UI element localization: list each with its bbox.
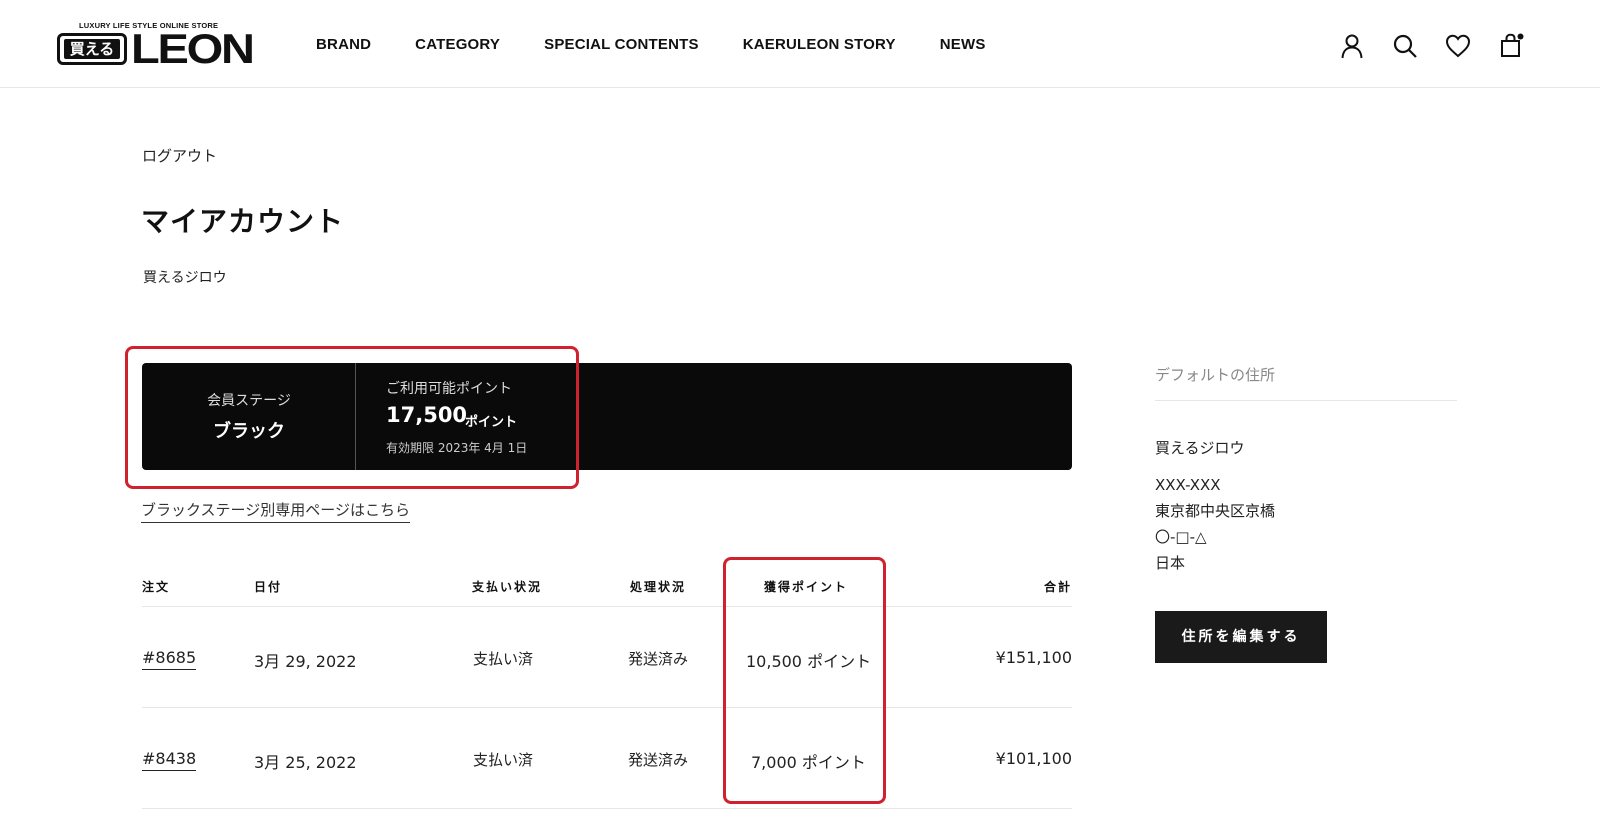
table-row: #8685 3月 29, 2022 支払い済 発送済み 10,500 ポイント …	[142, 607, 1072, 708]
order-number-link[interactable]: #8438	[142, 749, 197, 771]
order-number-cell: #8685	[142, 648, 197, 670]
address-postal: XXX-XXX	[1155, 476, 1221, 494]
page-title: マイアカウント	[141, 205, 345, 238]
header-fulfillment: 処理状況	[630, 580, 687, 594]
header-total: 合計	[1043, 580, 1072, 594]
order-date: 3月 25, 2022	[254, 753, 357, 772]
order-number-link[interactable]: #8685	[142, 648, 197, 670]
cart-icon[interactable]	[1497, 32, 1525, 60]
nav-brand[interactable]: BRAND	[316, 36, 371, 54]
account-icon[interactable]	[1338, 32, 1366, 60]
order-date: 3月 29, 2022	[254, 652, 357, 671]
search-icon[interactable]	[1391, 32, 1419, 60]
header-payment: 支払い状況	[472, 580, 543, 594]
logo-badge: 買える	[57, 33, 127, 65]
header-date: 日付	[254, 580, 283, 594]
fulfillment-status: 発送済み	[628, 751, 689, 769]
address-city: 東京都中央区京橋	[1155, 502, 1276, 520]
logo-badge-text: 買える	[64, 39, 120, 59]
site-header: LUXURY LIFE STYLE ONLINE STORE 買える LEON …	[0, 0, 1600, 88]
order-total: ¥101,100	[995, 749, 1072, 768]
customer-name: 買えるジロウ	[143, 270, 227, 286]
order-number-cell: #8438	[142, 749, 197, 771]
fulfillment-status: 発送済み	[628, 650, 689, 668]
address-street: 〇-□-△	[1155, 528, 1207, 546]
heart-icon[interactable]	[1444, 32, 1472, 60]
payment-status: 支払い済	[473, 650, 534, 668]
highlight-frame-points	[723, 557, 886, 804]
default-address-title: デフォルトの住所	[1155, 364, 1457, 401]
address-block: XXX-XXX 東京都中央区京橋 〇-□-△ 日本	[1155, 472, 1457, 576]
nav-category[interactable]: CATEGORY	[415, 36, 500, 54]
payment-status: 支払い済	[473, 751, 534, 769]
logo-wordmark: LEON	[131, 25, 255, 72]
logout-link[interactable]: ログアウト	[142, 145, 217, 166]
default-address-panel: デフォルトの住所 買えるジロウ XXX-XXX 東京都中央区京橋 〇-□-△ 日…	[1155, 364, 1457, 663]
order-total: ¥151,100	[995, 648, 1072, 667]
address-country: 日本	[1155, 554, 1186, 572]
nav-news[interactable]: NEWS	[940, 36, 986, 54]
black-stage-page-link[interactable]: ブラックステージ別専用ページはこちら	[141, 499, 410, 523]
nav-kaeruleon-story[interactable]: KAERULEON STORY	[743, 36, 896, 54]
main-nav: BRAND CATEGORY SPECIAL CONTENTS KAERULEO…	[316, 36, 1030, 54]
edit-address-button[interactable]: 住所を編集する	[1155, 611, 1327, 663]
address-name: 買えるジロウ	[1155, 439, 1245, 457]
nav-special-contents[interactable]: SPECIAL CONTENTS	[544, 36, 699, 54]
table-row: #8438 3月 25, 2022 支払い済 発送済み 7,000 ポイント ¥…	[142, 708, 1072, 809]
header-order: 注文	[142, 580, 171, 594]
highlight-frame-member	[125, 346, 579, 489]
site-logo[interactable]: LUXURY LIFE STYLE ONLINE STORE 買える LEON	[57, 21, 269, 72]
